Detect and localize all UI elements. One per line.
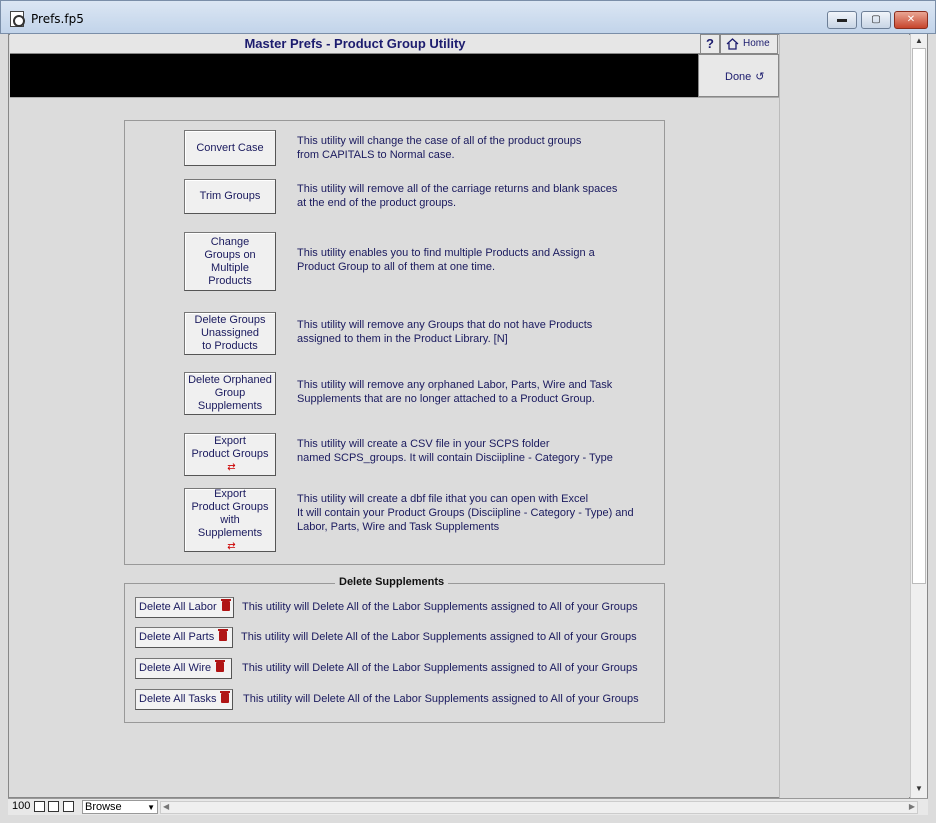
done-area: Done ↺ [698, 54, 779, 97]
trash-icon [215, 660, 226, 672]
export-product-groups-description: This utility will create a CSV file in y… [297, 438, 613, 464]
trash-icon [218, 629, 229, 641]
change-groups-button[interactable]: Change Groups on Multiple Products [184, 232, 276, 291]
convert-case-description: This utility will change the case of all… [297, 135, 582, 161]
zoom-out-icon[interactable] [34, 801, 45, 812]
window-titlebar: Prefs.fp5 ▬ ▢ ✕ [0, 0, 936, 34]
convert-case-button[interactable]: Convert Case [184, 130, 276, 166]
delete-unassigned-groups-description: This utility will remove any Groups that… [297, 319, 593, 345]
trash-icon [220, 599, 231, 611]
trash-icon [220, 691, 231, 703]
header-band [10, 54, 698, 97]
vertical-scrollbar[interactable]: ▲ ▼ [910, 34, 927, 798]
close-button[interactable]: ✕ [894, 11, 928, 29]
delete-all-labor-description: This utility will Delete All of the Labo… [242, 601, 638, 613]
scroll-left-arrow-icon[interactable]: ◀ [163, 802, 169, 811]
change-groups-description: This utility enables you to find multipl… [297, 247, 595, 273]
export-arrows-icon: ⇄ [227, 540, 236, 552]
home-button-label: Home [743, 38, 770, 49]
window-title: Prefs.fp5 [31, 12, 84, 26]
done-button[interactable]: Done ↺ [725, 70, 765, 83]
page-title: Master Prefs - Product Group Utility [10, 34, 700, 54]
zoom-in-icon[interactable] [48, 801, 59, 812]
export-groups-with-supplements-button[interactable]: Export Product Groups with Supplements ⇄ [184, 488, 276, 552]
status-bar: 100 Browse ▼ ◀ ▶ [8, 798, 928, 815]
chevron-down-icon: ▼ [147, 803, 155, 812]
zoom-level[interactable]: 100 [12, 800, 30, 812]
mode-selector[interactable]: Browse ▼ [82, 800, 158, 814]
export-groups-with-supplements-description: This utility will create a dbf file itha… [297, 493, 634, 533]
export-product-groups-button[interactable]: Export Product Groups ⇄ [184, 433, 276, 476]
home-icon [726, 38, 739, 50]
delete-all-parts-button[interactable]: Delete All Parts [135, 627, 233, 648]
done-label: Done [725, 71, 752, 83]
trim-groups-description: This utility will remove all of the carr… [297, 183, 618, 209]
export-arrows-icon: ⇄ [227, 462, 236, 473]
delete-orphaned-supplements-description: This utility will remove any orphaned La… [297, 379, 613, 405]
horizontal-scrollbar[interactable]: ◀ ▶ [160, 801, 918, 814]
filemaker-app-icon [10, 11, 25, 27]
delete-unassigned-groups-button[interactable]: Delete Groups Unassigned to Products [184, 312, 276, 355]
scroll-thumb[interactable] [912, 48, 926, 584]
help-button[interactable]: ? [700, 34, 720, 54]
delete-orphaned-supplements-button[interactable]: Delete Orphaned Group Supplements [184, 372, 276, 415]
delete-all-wire-button[interactable]: Delete All Wire [135, 658, 232, 679]
scroll-right-arrow-icon[interactable]: ▶ [909, 802, 915, 811]
delete-all-labor-button[interactable]: Delete All Labor [135, 597, 234, 618]
utility-panel: Convert Case This utility will change th… [124, 120, 665, 565]
delete-supplements-title: Delete Supplements [335, 576, 449, 588]
home-button[interactable]: Home [720, 34, 778, 54]
scroll-up-arrow-icon[interactable]: ▲ [911, 34, 927, 48]
status-area-toggle-icon[interactable] [63, 801, 74, 812]
delete-all-tasks-button[interactable]: Delete All Tasks [135, 689, 233, 710]
maximize-button[interactable]: ▢ [861, 11, 891, 29]
trim-groups-button[interactable]: Trim Groups [184, 179, 276, 214]
delete-all-tasks-description: This utility will Delete All of the Labo… [243, 693, 639, 705]
divider [10, 97, 779, 98]
right-blank-pane [779, 34, 909, 798]
delete-supplements-panel: Delete Supplements Delete All Labor This… [124, 576, 665, 723]
delete-all-wire-description: This utility will Delete All of the Labo… [242, 662, 638, 674]
return-arrow-icon: ↺ [755, 71, 765, 83]
scroll-down-arrow-icon[interactable]: ▼ [911, 782, 927, 796]
delete-all-parts-description: This utility will Delete All of the Labo… [241, 631, 637, 643]
minimize-button[interactable]: ▬ [827, 11, 857, 29]
